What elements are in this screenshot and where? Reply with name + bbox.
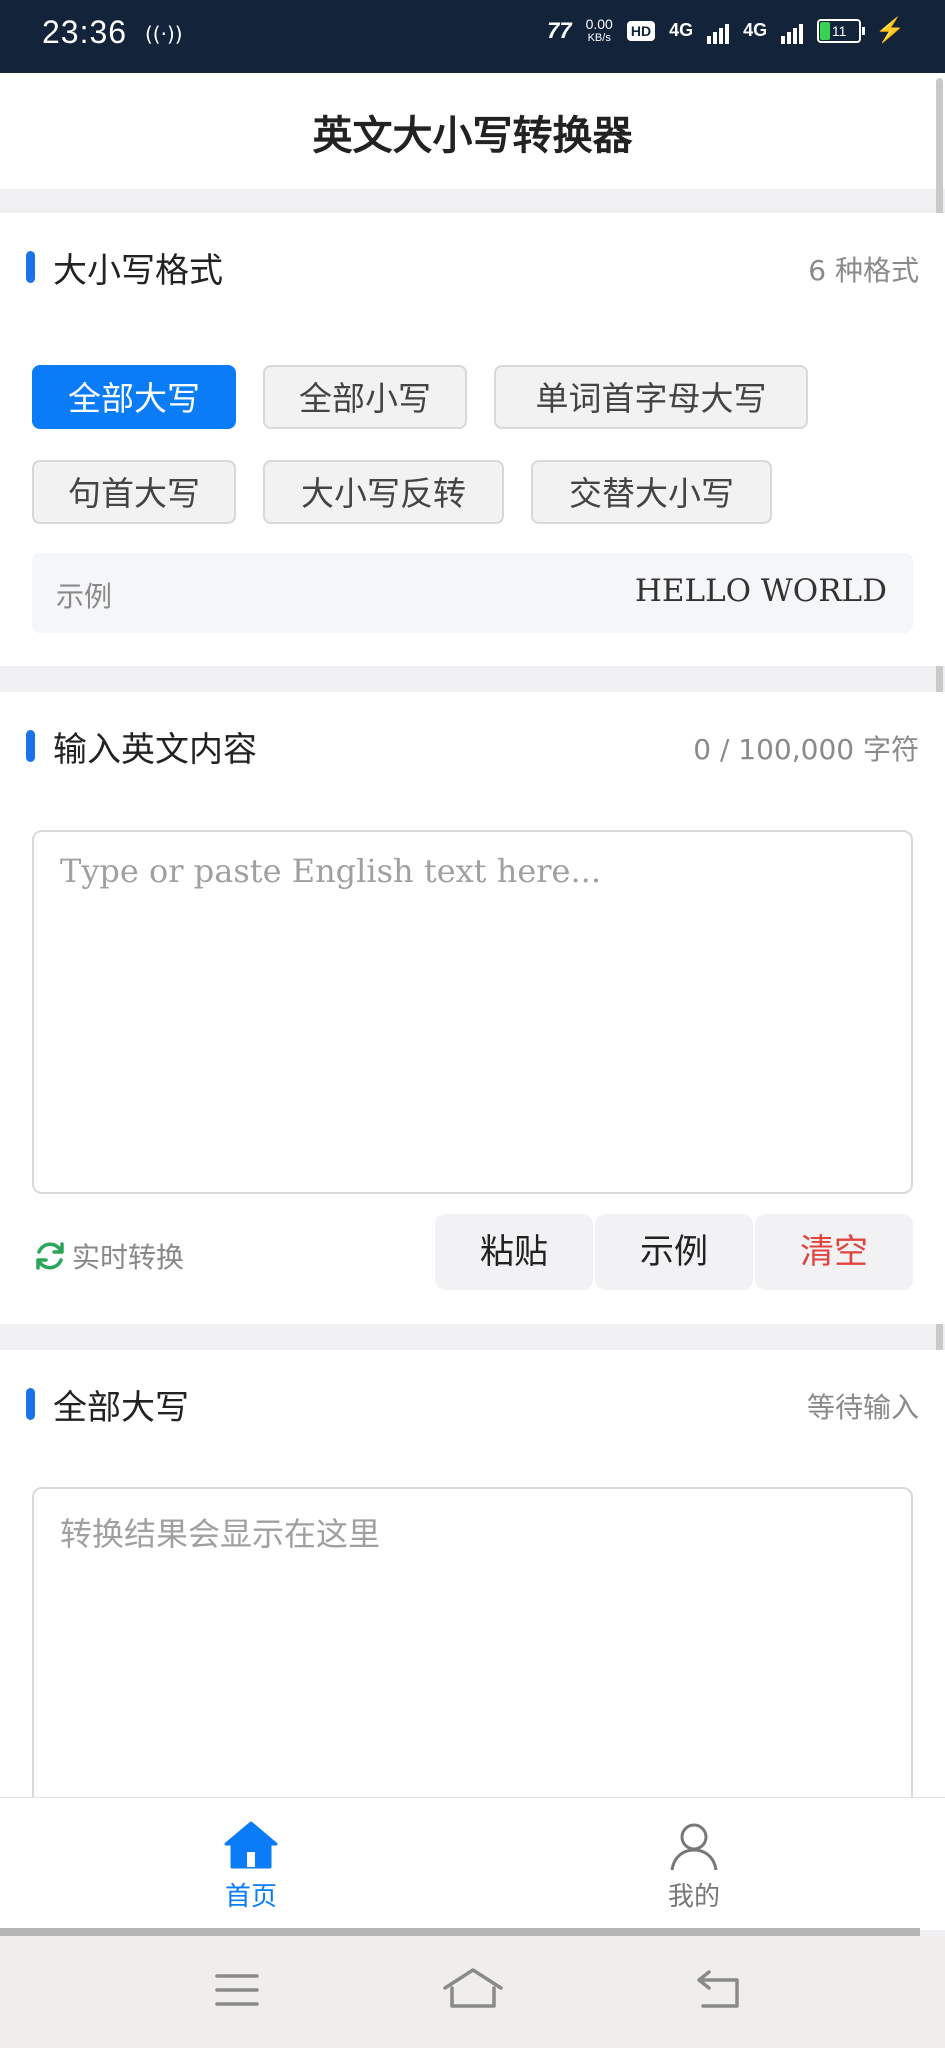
system-icons: 77 0.00 KB/s HD 4G 4G 11 ⚡ [547,16,905,45]
chip-all-lower[interactable]: 全部小写 [263,365,467,429]
section-title: 大小写格式 [53,251,223,291]
chip-alternate-case[interactable]: 交替大小写 [531,460,772,524]
realtime-toggle[interactable]: 实时转换 [32,1236,184,1276]
sim1-label: 4G [669,20,694,40]
horizontal-scrollbar[interactable] [0,1928,920,1936]
chip-sentence-case[interactable]: 句首大写 [32,460,236,524]
menu-icon[interactable] [213,1966,261,2014]
battery-icon: 11 [817,18,866,43]
home-icon [224,1821,278,1869]
clock: 23:36 [42,14,128,50]
char-counter: 0 / 100,000 字符 [693,733,919,766]
output-status: 等待输入 [806,1391,919,1424]
chip-all-upper[interactable]: 全部大写 [32,365,236,429]
input-placeholder: Type or paste English text here... [60,852,601,890]
realtime-label: 实时转换 [72,1241,185,1274]
bottom-tab-bar: 首页 我的 [0,1797,945,1930]
status-bar: 23:36 ((·)) 77 0.00 KB/s HD 4G 4G 11 ⚡ [0,0,945,73]
tab-mine-label: 我的 [667,1882,720,1912]
chip-title-case[interactable]: 单词首字母大写 [494,365,808,429]
tab-home[interactable]: 首页 [15,1798,487,1930]
output-placeholder: 转换结果会显示在这里 [60,1515,381,1553]
format-card: 大小写格式 6 种格式 全部大写 全部小写 单词首字母大写 句首大写 大小写反转… [0,213,945,666]
section-title: 输入英文内容 [53,730,257,770]
system-nav-bar [0,1936,945,2048]
format-count: 6 种格式 [808,254,919,287]
back-icon[interactable] [695,1966,745,2014]
section-title: 全部大写 [53,1388,189,1428]
tab-mine[interactable]: 我的 [458,1798,930,1930]
signal-icon [707,18,730,44]
hd-icon: HD [626,20,656,41]
example-button[interactable]: 示例 [595,1214,753,1290]
page-title: 英文大小写转换器 [312,113,633,159]
home-nav-icon[interactable] [442,1966,504,2014]
example-preview: 示例 HELLO WORLD [32,553,913,633]
chip-invert-case[interactable]: 大小写反转 [263,460,504,524]
carrier-icon: 77 [547,17,572,43]
paste-button[interactable]: 粘贴 [435,1214,593,1290]
net-speed: 0.00 KB/s [585,15,613,44]
format-section-header: 大小写格式 6 种格式 [0,213,945,323]
tab-home-label: 首页 [224,1882,277,1912]
sim2-label: 4G [743,20,768,40]
section-accent-bar [26,251,35,283]
output-section-header: 全部大写 等待输入 [0,1350,945,1460]
clear-button[interactable]: 清空 [755,1214,913,1290]
hotspot-icon: ((·)) [145,22,183,46]
input-textarea[interactable]: Type or paste English text here... [32,830,913,1194]
app-header: 英文大小写转换器 [0,73,945,189]
section-accent-bar [26,730,35,762]
refresh-icon [36,1242,64,1270]
example-label: 示例 [56,580,113,613]
section-accent-bar [26,1388,35,1420]
example-value: HELLO WORLD [634,573,887,609]
signal-icon-2 [781,18,804,44]
output-textarea[interactable]: 转换结果会显示在这里 [32,1487,913,1817]
input-section-header: 输入英文内容 0 / 100,000 字符 [0,692,945,802]
charging-icon: ⚡ [875,17,905,44]
input-card: 输入英文内容 0 / 100,000 字符 Type or paste Engl… [0,692,945,1324]
user-icon [670,1823,718,1871]
output-card: 全部大写 等待输入 转换结果会显示在这里 [0,1350,945,1817]
